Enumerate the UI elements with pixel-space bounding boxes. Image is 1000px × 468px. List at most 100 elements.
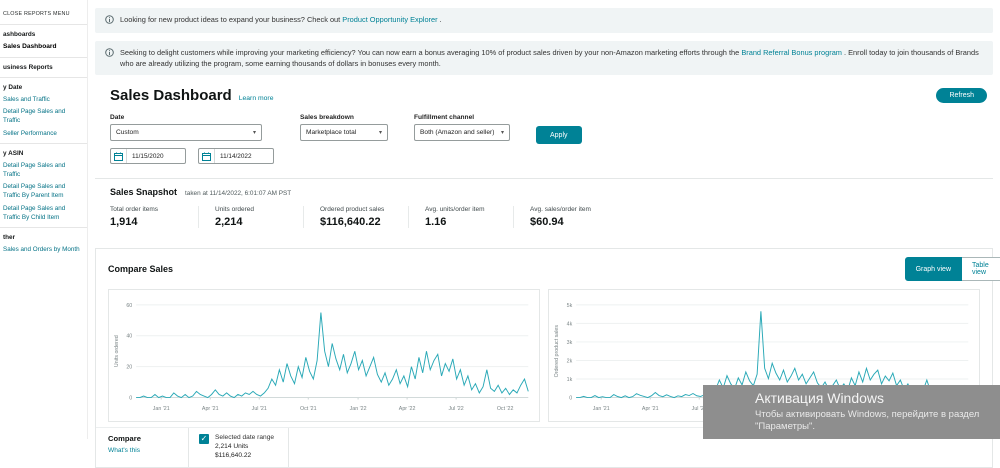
legend-sales: $116,640.22 [215, 452, 252, 460]
svg-text:Jan '21: Jan '21 [593, 406, 610, 412]
banner-text: Seeking to delight customers while impro… [120, 47, 983, 69]
filters-bar: Date Custom ▾ 11/15/2020 11/14/2022 Sale… [95, 114, 993, 165]
svg-text:Oct '21: Oct '21 [300, 406, 317, 412]
stat-cell: Total order items 1,914 [110, 206, 198, 228]
banner-text-before: Looking for new product ideas to expand … [120, 15, 343, 24]
calendar-icon[interactable] [199, 149, 215, 164]
channel-select[interactable]: Both (Amazon and seller) ▾ [414, 124, 510, 142]
view-toggle: Graph view Table view [904, 257, 1000, 282]
svg-text:Jul '21: Jul '21 [252, 406, 267, 412]
svg-text:40: 40 [126, 334, 132, 340]
selected-range-checkbox[interactable]: ✓ [199, 434, 209, 445]
sidebar-items: CLOSE REPORTS MENU ashboards Sales Dashboa… [0, 11, 87, 254]
svg-text:20: 20 [126, 365, 132, 371]
selected-range-legend: ✓ Selected date range 2,214 Units $116,6… [188, 428, 290, 468]
banner-opportunity: Looking for new product ideas to expand … [95, 8, 993, 34]
reports-sidebar: CLOSE REPORTS MENU ashboards Sales Dashboa… [0, 0, 88, 439]
banner-text: Looking for new product ideas to expand … [120, 14, 442, 27]
svg-text:Units ordered: Units ordered [114, 336, 120, 368]
sidebar-item[interactable]: Detail Page Sales and Traffic By Child I… [3, 204, 84, 222]
svg-text:2k: 2k [567, 359, 573, 365]
date-filter-label: Date [110, 114, 125, 122]
svg-text:Apr '22: Apr '22 [399, 406, 416, 412]
units-chart-panel: 0 20 40 60 Jan '21 Apr '21 Jul '21 Oct '21 Jan '… [108, 289, 540, 423]
refresh-button[interactable]: Refresh [936, 88, 987, 104]
stat-cell: Units ordered 2,214 [198, 206, 303, 229]
chevron-down-icon: ▾ [252, 130, 256, 137]
svg-text:0: 0 [569, 396, 572, 402]
breakdown-filter-group: Sales breakdown Marketplace total ▾ [300, 114, 388, 142]
sidebar-item[interactable]: usiness Reports [3, 63, 84, 72]
banner-text-after: . [437, 15, 442, 24]
date-to-field[interactable]: 11/14/2022 [198, 148, 274, 165]
info-icon [105, 48, 114, 69]
svg-text:Jan '22: Jan '22 [350, 406, 367, 412]
sidebar-item[interactable]: Detail Page Sales and Traffic [3, 107, 84, 125]
stat-cell: Avg. sales/order item $60.94 [513, 206, 618, 229]
compare-sales-title: Compare Sales [108, 264, 174, 275]
date-from-field[interactable]: 11/15/2020 [110, 148, 186, 165]
stat-label: Total order items [110, 206, 159, 214]
chevron-down-icon: ▾ [500, 130, 504, 137]
sidebar-item[interactable]: Sales Dashboard [3, 42, 84, 52]
sidebar-item[interactable]: ashboards [3, 30, 84, 39]
stat-cell: Avg. units/order item 1.16 [408, 206, 513, 229]
whats-this-link[interactable]: What's this [108, 447, 188, 454]
sidebar-item[interactable]: Detail Page Sales and Traffic [3, 161, 84, 179]
breakdown-select[interactable]: Marketplace total ▾ [300, 124, 388, 142]
page-header: Sales Dashboard Learn more Refresh [95, 87, 993, 104]
windows-activation-watermark: Активация Windows Чтобы активировать Win… [703, 385, 1000, 439]
sidebar-item[interactable]: y ASIN [3, 149, 84, 158]
opportunity-explorer-link[interactable]: Product Opportunity Explorer [342, 15, 437, 24]
svg-text:Jul '22: Jul '22 [449, 406, 464, 412]
sales-snapshot-section: Sales Snapshot taken at 11/14/2022, 6:01… [95, 178, 993, 238]
date-from-value: 11/15/2020 [132, 152, 164, 160]
table-view-button[interactable]: Table view [962, 257, 1000, 282]
legend-title: Selected date range [215, 434, 275, 442]
chevron-down-icon: ▾ [378, 130, 382, 137]
snapshot-timestamp: taken at 11/14/2022, 6:01:07 AM PST [185, 190, 292, 198]
sidebar-item[interactable]: y Date [3, 83, 84, 92]
svg-text:4k: 4k [567, 322, 573, 328]
app: CLOSE REPORTS MENU ashboards Sales Dashboa… [0, 0, 1000, 468]
breakdown-value: Marketplace total [306, 129, 357, 137]
svg-text:Apr '21: Apr '21 [202, 406, 219, 412]
svg-text:Oct '22: Oct '22 [497, 406, 514, 412]
stat-value: $116,640.22 [320, 216, 381, 229]
sidebar-divider [0, 23, 87, 25]
compare-sales-header: Compare Sales Graph view Table view [96, 249, 1000, 289]
banner-referral-bonus: Seeking to delight customers while impro… [95, 41, 993, 76]
date-inputs-row: 11/15/2020 11/14/2022 [110, 148, 274, 165]
sidebar-divider [0, 142, 87, 144]
brand-referral-bonus-link[interactable]: Brand Referral Bonus program [741, 48, 842, 57]
sidebar-item[interactable]: Sales and Orders by Month [3, 245, 84, 254]
watermark-line2: Чтобы активировать Windows, перейдите в … [755, 409, 980, 420]
date-range-value: Custom [116, 129, 139, 137]
breakdown-filter-label: Sales breakdown [300, 114, 354, 122]
sidebar-item[interactable]: ther [3, 233, 84, 242]
stat-value: 1,914 [110, 216, 138, 229]
units-ordered-chart: 0 20 40 60 Jan '21 Apr '21 Jul '21 Oct '21 Jan '… [114, 303, 529, 412]
info-icon [105, 15, 114, 27]
close-reports-menu[interactable]: CLOSE REPORTS MENU [3, 11, 84, 19]
svg-text:1k: 1k [567, 377, 573, 383]
calendar-icon[interactable] [111, 149, 127, 164]
snapshot-title: Sales Snapshot [110, 187, 178, 198]
sidebar-item[interactable]: Sales and Traffic [3, 95, 84, 104]
apply-button[interactable]: Apply [536, 126, 582, 145]
stat-cell: Ordered product sales $116,640.22 [303, 206, 408, 229]
banner-text-before: Seeking to delight customers while impro… [120, 48, 742, 58]
stat-label: Units ordered [215, 206, 255, 214]
svg-text:Jan '21: Jan '21 [153, 406, 170, 412]
stat-value: $60.94 [530, 216, 564, 229]
sidebar-item[interactable]: Detail Page Sales and Traffic By Parent … [3, 182, 84, 200]
svg-text:Apr '21: Apr '21 [642, 406, 659, 412]
graph-view-button[interactable]: Graph view [904, 257, 962, 282]
date-range-select[interactable]: Custom ▾ [110, 124, 262, 142]
svg-text:5k: 5k [567, 303, 573, 309]
sidebar-divider [0, 76, 87, 78]
date-to-value: 11/14/2022 [220, 152, 252, 160]
watermark-line3: "Параметры". [755, 421, 816, 432]
learn-more-link[interactable]: Learn more [239, 95, 274, 102]
sidebar-item[interactable]: Seller Performance [3, 129, 84, 138]
